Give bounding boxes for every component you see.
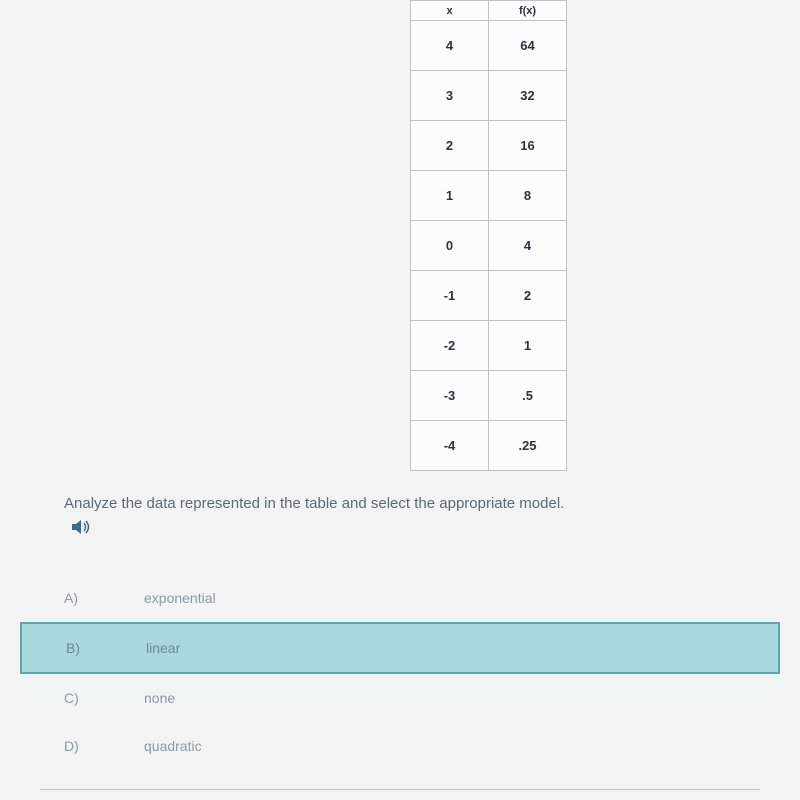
- table-cell: 64: [489, 21, 567, 71]
- table-row: 2 16: [411, 121, 567, 171]
- table-row: -1 2: [411, 271, 567, 321]
- table-row: -3 .5: [411, 371, 567, 421]
- option-text: none: [144, 690, 175, 706]
- table-cell: 8: [489, 171, 567, 221]
- data-table: x f(x) 4 64 3 32 2 16 1 8 0 4 -1 2 -2 1 …: [410, 0, 567, 471]
- table-row: 3 32: [411, 71, 567, 121]
- table-cell: .5: [489, 371, 567, 421]
- option-letter: A): [64, 590, 144, 606]
- table-cell: 1: [489, 321, 567, 371]
- table-row: -4 .25: [411, 421, 567, 471]
- table-cell: 16: [489, 121, 567, 171]
- table-cell: -2: [411, 321, 489, 371]
- table-row: 1 8: [411, 171, 567, 221]
- question-text: Analyze the data represented in the tabl…: [64, 495, 564, 512]
- table-cell: 2: [411, 121, 489, 171]
- option-letter: B): [66, 640, 146, 656]
- table-cell: .25: [489, 421, 567, 471]
- option-letter: C): [64, 690, 144, 706]
- table-cell: 0: [411, 221, 489, 271]
- option-text: linear: [146, 640, 180, 656]
- option-a[interactable]: A) exponential: [0, 574, 800, 622]
- table-cell: 3: [411, 71, 489, 121]
- option-d[interactable]: D) quadratic: [0, 722, 800, 770]
- table-header-row: x f(x): [411, 1, 567, 21]
- table-row: -2 1: [411, 321, 567, 371]
- table-cell: 32: [489, 71, 567, 121]
- audio-icon[interactable]: [70, 518, 92, 541]
- table-header-cell: f(x): [489, 1, 567, 21]
- divider: [40, 789, 760, 790]
- option-text: quadratic: [144, 738, 202, 754]
- table-row: 4 64: [411, 21, 567, 71]
- table-cell: 4: [411, 21, 489, 71]
- table-cell: 1: [411, 171, 489, 221]
- option-text: exponential: [144, 590, 216, 606]
- table-cell: -3: [411, 371, 489, 421]
- option-letter: D): [64, 738, 144, 754]
- table-cell: -1: [411, 271, 489, 321]
- table-header-cell: x: [411, 1, 489, 21]
- table-row: 0 4: [411, 221, 567, 271]
- option-b[interactable]: B) linear: [20, 622, 780, 674]
- table-cell: 2: [489, 271, 567, 321]
- options-list: A) exponential B) linear C) none D) quad…: [0, 574, 800, 770]
- table-cell: 4: [489, 221, 567, 271]
- table-cell: -4: [411, 421, 489, 471]
- option-c[interactable]: C) none: [0, 674, 800, 722]
